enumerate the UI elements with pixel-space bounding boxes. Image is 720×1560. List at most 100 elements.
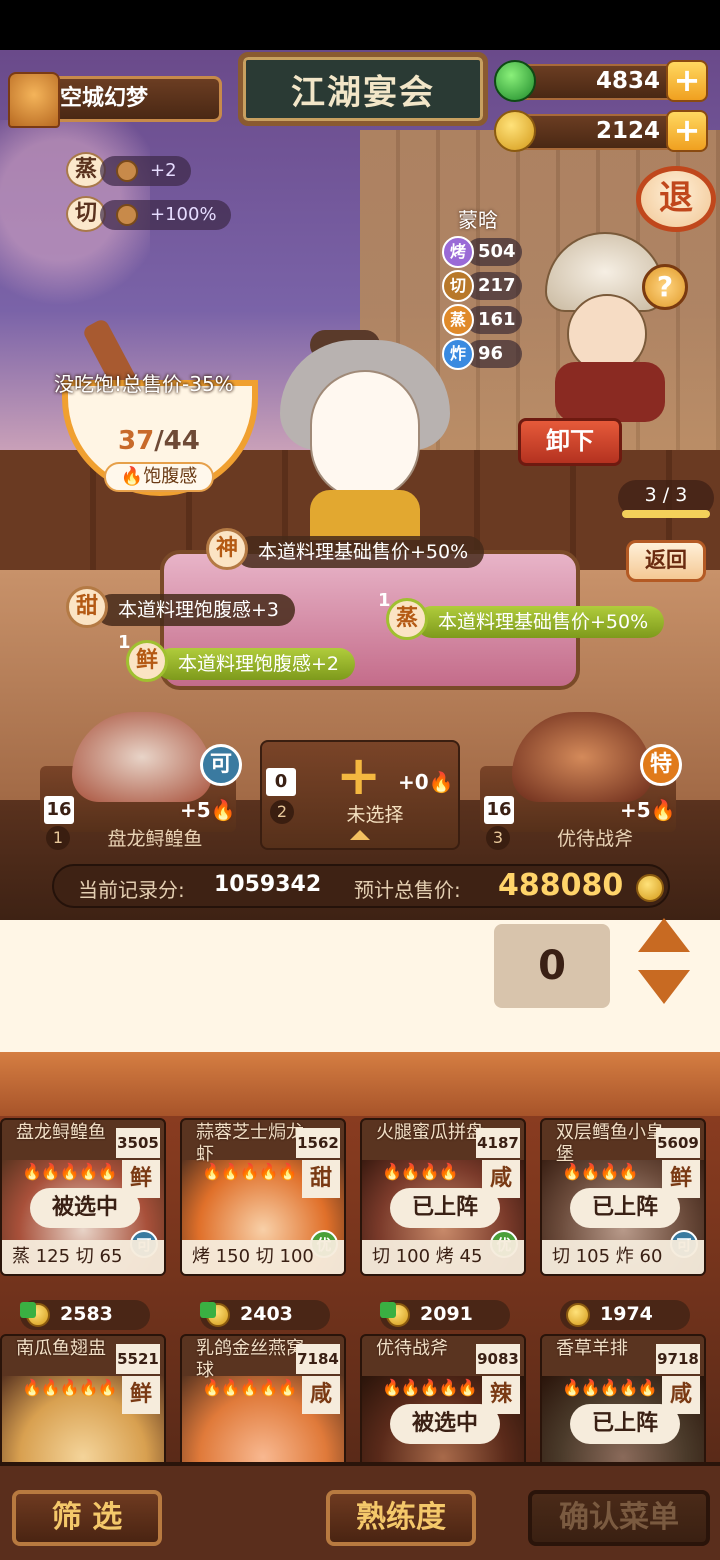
effect-text: 本道料理饱腹感+3 xyxy=(96,594,296,626)
dish-stars: 🔥🔥🔥🔥🔥 xyxy=(202,1378,298,1397)
confirm-menu-button[interactable]: 确认菜单 xyxy=(528,1490,710,1546)
effect-badge: 甜 xyxy=(66,586,108,628)
selected-caret-icon xyxy=(350,830,370,840)
coin-icon xyxy=(566,1303,590,1327)
slot-index: 2 xyxy=(270,800,294,824)
grade-tag: 特 xyxy=(640,744,682,786)
record-label: 当前记录分: xyxy=(78,878,185,902)
dish-price: 7184 xyxy=(296,1344,340,1374)
round-counter: 3 / 3 xyxy=(618,480,714,518)
dish-state: 已上阵 xyxy=(390,1188,500,1228)
chef-body xyxy=(555,362,665,422)
retreat-button[interactable]: 退 xyxy=(636,166,716,232)
dish-price: 5609 xyxy=(656,1128,700,1158)
customer-head xyxy=(310,370,420,500)
dish-stars: 🔥🔥🔥🔥🔥 xyxy=(202,1162,298,1181)
dish-flavor: 鲜 xyxy=(122,1376,160,1414)
dish-card[interactable]: 香草羊排 9718 咸 🔥🔥🔥🔥🔥 已上阵 xyxy=(540,1334,706,1462)
add-dish-icon: + xyxy=(336,744,382,807)
dish-slot-2[interactable]: + 0 +0🔥 2 未选择 xyxy=(260,740,460,860)
chef-skill-cut: 217 切 xyxy=(442,270,522,302)
dish-list[interactable]: 盘龙鲟鳇鱼 3505 鲜 🔥🔥🔥🔥🔥 被选中 可 蒸 125 切 65 蒜蓉芝士… xyxy=(0,1052,720,1462)
dish-name: 香草羊排 xyxy=(556,1338,628,1359)
slot-index: 3 xyxy=(486,826,510,850)
dish-flavor: 甜 xyxy=(302,1160,340,1198)
dish-stars: 🔥🔥🔥🔥🔥 xyxy=(562,1378,658,1397)
round-progress xyxy=(622,510,710,518)
cut-tool-icon xyxy=(116,204,138,226)
dish-price: 9718 xyxy=(656,1344,700,1374)
jade-amount: 4834 xyxy=(595,68,660,94)
dish-name: 优待战斧 xyxy=(376,1338,448,1359)
customer-robe xyxy=(310,490,420,540)
buff-value: +2 xyxy=(100,156,191,186)
add-jade-button[interactable]: + xyxy=(666,60,708,102)
unload-button[interactable]: 卸下 xyxy=(518,418,622,466)
slot-bonus: +5🔥 xyxy=(620,798,676,822)
dish-price: 3505 xyxy=(116,1128,160,1158)
coin-icon xyxy=(494,110,536,152)
increase-arrow-icon xyxy=(200,1302,216,1318)
score-bar: 当前记录分: 1059342 预计总售价: 488080 xyxy=(52,864,670,908)
dish-card[interactable]: 优待战斧 9083 辣 🔥🔥🔥🔥🔥 被选中 xyxy=(360,1334,526,1462)
satiety-label: 饱腹感 xyxy=(143,466,198,487)
dish-slot-1[interactable]: 可 16 +5🔥 1 盘龙鲟鳇鱼 xyxy=(40,712,242,858)
increase-arrow-icon xyxy=(380,1302,396,1318)
dish-stars: 🔥🔥🔥🔥 xyxy=(562,1162,639,1181)
dish-image xyxy=(512,712,652,802)
player-avatar[interactable] xyxy=(8,72,60,128)
slot-bonus: +0🔥 xyxy=(398,770,454,794)
filter-button[interactable]: 筛 选 xyxy=(12,1490,162,1546)
jade-currency: 4834 + xyxy=(494,60,714,102)
status-bar xyxy=(0,0,720,50)
dish-name: 蒜蓉芝士焗龙虾 xyxy=(196,1122,304,1165)
effect-text: 本道料理饱腹感+2 xyxy=(156,648,356,680)
skill-value: 504 xyxy=(466,238,522,266)
effect-text: 本道料理基础售价+50% xyxy=(416,606,665,638)
total-label: 预计总售价: xyxy=(354,878,461,902)
return-button[interactable]: 返回 xyxy=(626,540,706,582)
skill-label: 蒸 xyxy=(442,304,474,336)
skill-label: 烤 xyxy=(442,236,474,268)
skill-value: 96 xyxy=(466,340,522,368)
chef-portrait[interactable] xyxy=(515,232,695,422)
dish-state: 被选中 xyxy=(30,1188,140,1228)
dish-income: 2091 xyxy=(380,1300,510,1330)
record-value: 1059342 xyxy=(214,872,322,897)
dish-card[interactable]: 盘龙鲟鳇鱼 3505 鲜 🔥🔥🔥🔥🔥 被选中 可 蒸 125 切 65 xyxy=(0,1118,166,1276)
dish-slot-3[interactable]: 特 16 +5🔥 3 优待战斧 xyxy=(480,712,682,858)
increase-button[interactable] xyxy=(638,914,690,954)
effect-level: 1 xyxy=(378,590,391,611)
dish-requirement: 烤 150 切 100 xyxy=(182,1240,344,1274)
dish-card[interactable]: 蒜蓉芝士焗龙虾 1562 甜 🔥🔥🔥🔥🔥 优 烤 150 切 100 xyxy=(180,1118,346,1276)
decrease-button[interactable] xyxy=(638,970,690,1010)
list-shelf xyxy=(0,1052,720,1116)
dish-name: 火腿蜜瓜拼盘 xyxy=(376,1122,484,1143)
dish-card[interactable]: 火腿蜜瓜拼盘 4187 咸 🔥🔥🔥🔥 已上阵 优 切 100 烤 45 xyxy=(360,1118,526,1276)
help-button[interactable]: ? xyxy=(642,264,688,310)
dish-flavor: 咸 xyxy=(302,1376,340,1414)
player-info[interactable]: 空城幻梦 xyxy=(8,72,222,128)
effect-text: 本道料理基础售价+50% xyxy=(236,536,485,568)
dish-card[interactable]: 双层鳕鱼小皇堡 5609 鲜 🔥🔥🔥🔥 已上阵 可 切 105 炸 60 xyxy=(540,1118,706,1276)
slot-dish-name: 未选择 xyxy=(346,804,404,826)
income-value: 2091 xyxy=(420,1303,473,1325)
effect-badge: 蒸 xyxy=(386,598,428,640)
dish-card[interactable]: 乳鸽金丝燕窝球 7184 咸 🔥🔥🔥🔥🔥 xyxy=(180,1334,346,1462)
dish-price: 5521 xyxy=(116,1344,160,1374)
coin-icon xyxy=(636,874,664,902)
skill-value: 217 xyxy=(466,272,522,300)
quantity-display: 0 xyxy=(494,924,610,1008)
dish-requirement: 切 105 炸 60 xyxy=(542,1240,704,1274)
dish-stars: 🔥🔥🔥🔥🔥 xyxy=(382,1378,478,1397)
add-coin-button[interactable]: + xyxy=(666,110,708,152)
dish-name: 双层鳕鱼小皇堡 xyxy=(556,1122,664,1165)
increase-arrow-icon xyxy=(20,1302,36,1318)
dish-card[interactable]: 南瓜鱼翅盅 5521 鲜 🔥🔥🔥🔥🔥 xyxy=(0,1334,166,1462)
slot-dish-name: 盘龙鲟鳇鱼 xyxy=(107,828,203,850)
proficiency-button[interactable]: 熟练度 xyxy=(326,1490,476,1546)
satiety-tag: 🔥饱腹感 xyxy=(104,462,214,492)
jade-icon xyxy=(494,60,536,102)
hunger-current: 37 xyxy=(118,426,155,456)
dish-name: 盘龙鲟鳇鱼 xyxy=(16,1122,106,1143)
